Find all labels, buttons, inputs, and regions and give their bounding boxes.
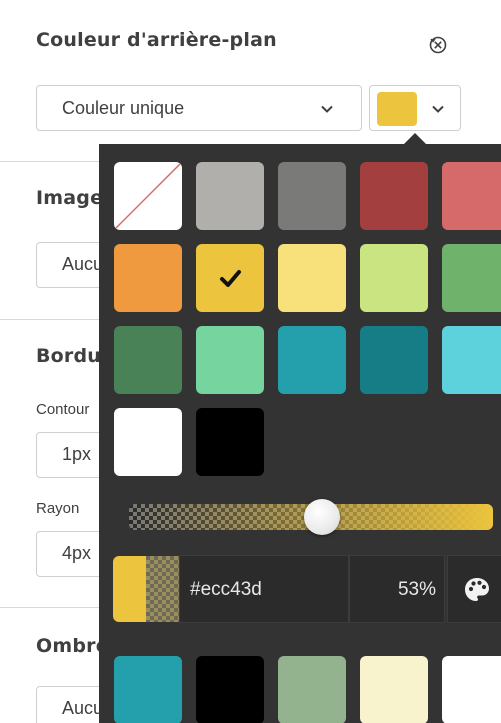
color-swatch-teal[interactable] [278,326,346,394]
hex-input[interactable]: #ecc43d [179,555,349,623]
color-picker-button[interactable] [369,85,461,131]
color-preview [113,556,179,622]
palette-button[interactable] [447,555,501,623]
contour-label: Contour [36,401,90,418]
color-swatch-light-gray[interactable] [196,162,264,230]
color-swatch-transparent[interactable] [114,162,182,230]
color-swatch-cyan[interactable] [442,326,501,394]
color-preview-solid [113,556,146,622]
color-swatch-light-green[interactable] [360,244,428,312]
checkmark-icon [220,270,241,287]
fill-mode-dropdown[interactable]: Couleur unique [36,85,362,131]
color-swatch-orange[interactable] [114,244,182,312]
color-swatch-yellow[interactable] [196,244,264,312]
color-swatch-green[interactable] [442,244,501,312]
radius-label: Rayon [36,500,80,517]
color-swatch-mint[interactable] [196,326,264,394]
reset-icon[interactable] [428,35,448,55]
recent-color-swatch[interactable] [442,656,501,723]
chevron-down-icon [432,105,444,113]
opacity-input[interactable]: 53% [349,555,445,623]
current-color-swatch [377,92,417,126]
color-swatch-light-red[interactable] [442,162,501,230]
color-swatch-light-yellow[interactable] [278,244,346,312]
color-swatch-dark-gray[interactable] [278,162,346,230]
color-value-row: #ecc43d 53% [109,555,501,623]
recent-color-swatch[interactable] [278,656,346,723]
recent-color-swatch[interactable] [360,656,428,723]
color-preview-transparent [146,556,179,622]
color-swatch-dark-green[interactable] [114,326,182,394]
color-swatch-white[interactable] [114,408,182,476]
image-section-title: Image [36,187,104,209]
shadow-section-title: Ombre [36,635,109,657]
recent-color-swatch[interactable] [196,656,264,723]
background-color-title: Couleur d'arrière-plan [36,29,277,51]
color-swatch-dark-red[interactable] [360,162,428,230]
fill-mode-value: Couleur unique [62,98,185,118]
color-swatch-black[interactable] [196,408,264,476]
recent-color-swatch[interactable] [114,656,182,723]
color-swatch-dark-teal[interactable] [360,326,428,394]
opacity-slider-handle[interactable] [303,499,340,535]
no-color-icon [115,163,181,229]
palette-icon [465,578,489,601]
color-picker-popover: #ecc43d 53% [99,144,501,723]
chevron-down-icon [321,105,333,113]
